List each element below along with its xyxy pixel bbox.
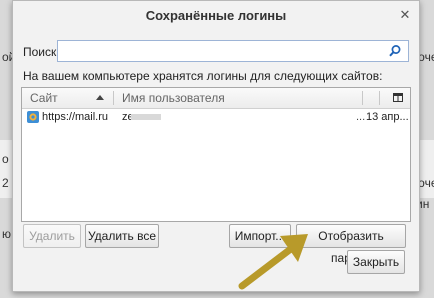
search-input[interactable] [57, 40, 409, 62]
background-text: ю [2, 227, 11, 241]
row-site: https://mail.ru [42, 111, 109, 123]
background-text: 2 [2, 176, 9, 190]
delete-all-button[interactable]: Удалить все [85, 224, 159, 248]
column-divider[interactable] [379, 91, 380, 105]
table-header: Сайт Имя пользователя [22, 88, 410, 109]
logins-table: Сайт Имя пользователя https://mail.ru ze… [21, 87, 411, 222]
row-date: 13 апр... [366, 111, 409, 123]
row-truncated-password: ... [356, 111, 366, 123]
show-passwords-button[interactable]: Отобразить пароли [296, 224, 406, 265]
table-row[interactable]: https://mail.ru ze ... 13 апр... [22, 108, 410, 126]
dialog-titlebar: Сохранённые логины ✕ [13, 1, 419, 31]
column-header-username[interactable]: Имя пользователя [122, 88, 225, 108]
delete-button[interactable]: Удалить [23, 224, 81, 248]
close-button[interactable]: Закрыть [347, 250, 405, 274]
info-text: На вашем компьютере хранятся логины для … [23, 69, 383, 83]
column-picker-icon[interactable] [393, 93, 403, 102]
site-favicon-icon [27, 111, 39, 123]
redacted-username [131, 114, 161, 120]
search-icon[interactable] [388, 44, 402, 58]
sort-ascending-icon [96, 95, 104, 100]
close-icon[interactable]: ✕ [397, 7, 413, 23]
dialog-title: Сохранённые логины [145, 8, 287, 23]
pointer-arrow-annotation [238, 234, 308, 290]
search-label: Поиск: [23, 45, 60, 59]
saved-logins-dialog: Сохранённые логины ✕ Поиск: На вашем ком… [12, 0, 420, 292]
column-divider[interactable] [362, 91, 363, 105]
background-text: о [2, 152, 9, 166]
column-divider[interactable] [113, 91, 114, 105]
column-header-site[interactable]: Сайт [30, 88, 58, 108]
